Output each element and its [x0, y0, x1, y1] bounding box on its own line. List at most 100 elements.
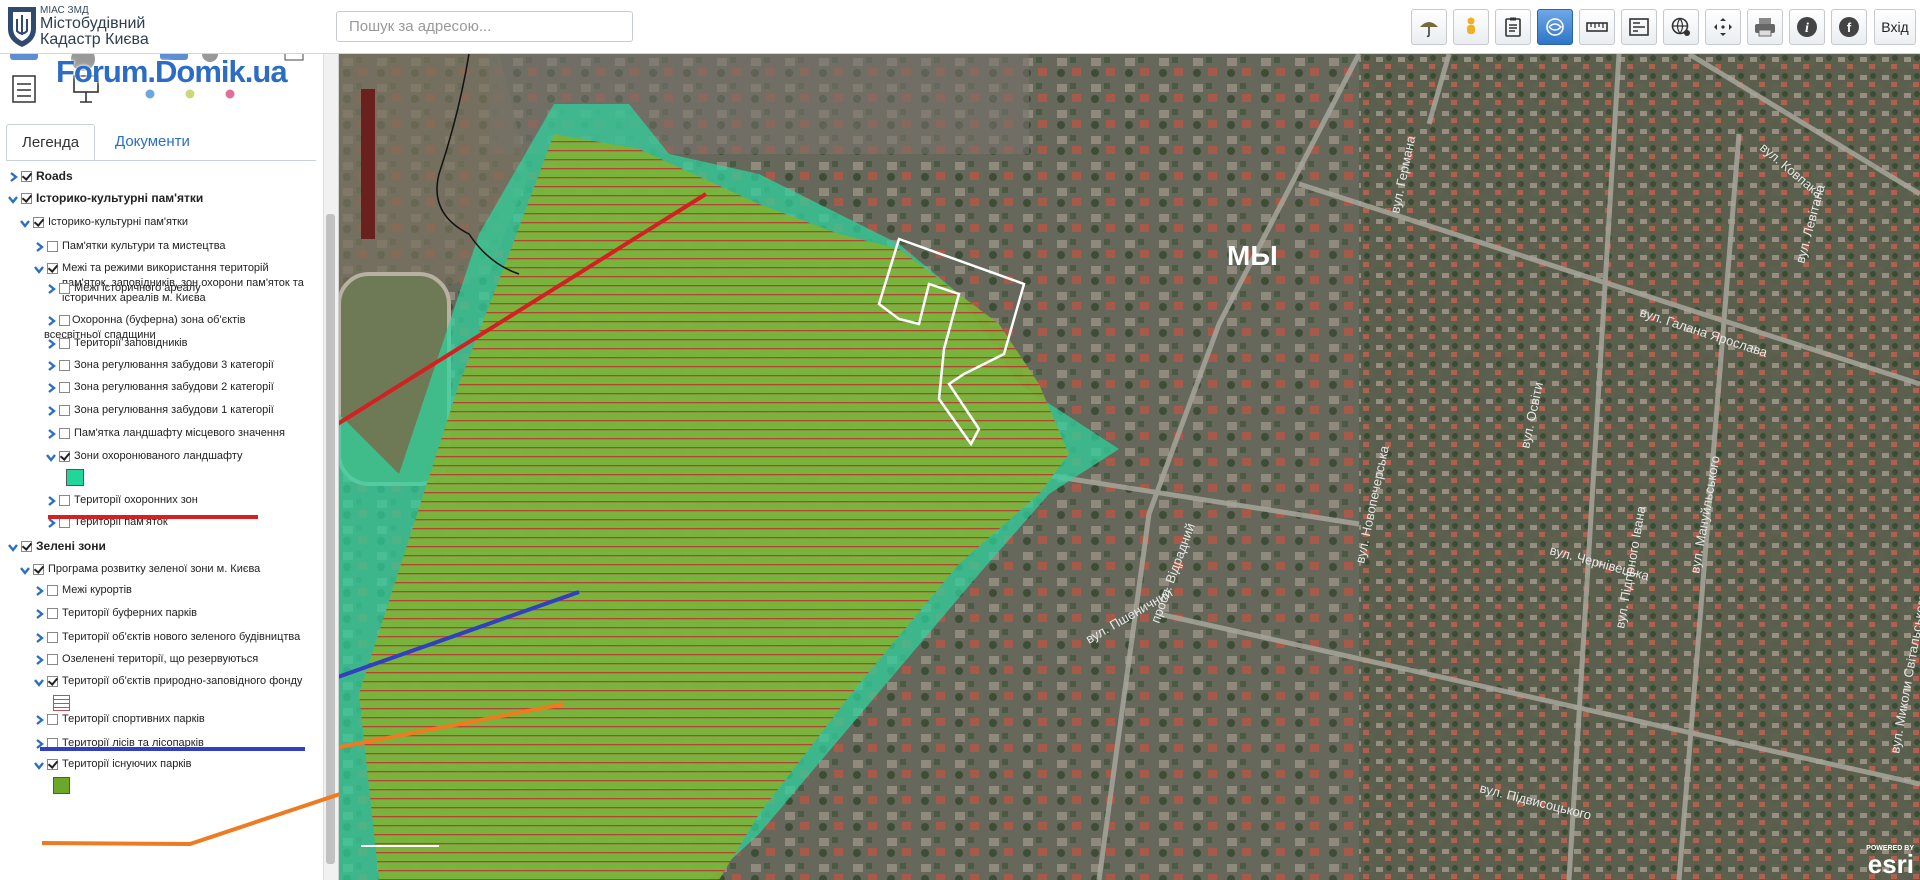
legend-item-label: Території існуючих парків — [62, 758, 192, 770]
layer-checkbox[interactable] — [33, 564, 44, 575]
legend-item-label: Пам'ятки культури та мистецтва — [62, 240, 226, 252]
basemap-button[interactable] — [1537, 9, 1573, 45]
address-search-input[interactable] — [336, 11, 633, 42]
brand-title-line2: Кадастр Києва — [40, 31, 149, 48]
sidebar-scrollbar[interactable] — [323, 54, 338, 880]
chevron-down-icon[interactable] — [34, 264, 44, 274]
info-icon: i — [1797, 17, 1817, 37]
layer-checkbox[interactable] — [47, 608, 58, 619]
chevron-right-icon[interactable] — [34, 633, 44, 643]
layer-checkbox[interactable] — [47, 714, 58, 725]
move-arrows-icon — [1714, 18, 1732, 36]
clipboard-button[interactable] — [1495, 9, 1531, 45]
legend-item-label: Території охоронних зон — [74, 494, 198, 506]
layer-checkbox[interactable] — [59, 517, 70, 528]
chevron-right-icon[interactable] — [46, 406, 56, 416]
legend-item-label: Зона регулювання забудови 2 категорії — [74, 381, 274, 393]
chevron-right-icon[interactable] — [46, 429, 56, 439]
measure-button[interactable] — [1579, 9, 1615, 45]
app-header: МІАС ЗМД Містобудівний Кадастр Києва i f… — [0, 0, 1920, 54]
layer-checkbox[interactable] — [59, 382, 70, 393]
chevron-down-icon[interactable] — [34, 677, 44, 687]
tab-legend[interactable]: Легенда — [6, 124, 96, 160]
clipboard-icon — [1505, 17, 1521, 37]
chevron-right-icon[interactable] — [34, 609, 44, 619]
legend-swatch-reserve — [53, 695, 70, 711]
layer-checkbox[interactable] — [47, 585, 58, 596]
map-view[interactable]: МЫ вул. Галана Ярослава вул. Чернівецька… — [339, 54, 1920, 880]
facebook-button[interactable]: f — [1831, 9, 1867, 45]
layer-checkbox[interactable] — [47, 263, 58, 274]
ruler-icon — [1586, 22, 1608, 32]
chevron-down-icon[interactable] — [8, 194, 18, 204]
layer-checkbox[interactable] — [47, 654, 58, 665]
umbrella-icon — [1420, 22, 1438, 38]
legend-item-label: Території об'єктів природно-заповідного … — [62, 675, 303, 687]
layer-checkbox[interactable] — [33, 217, 44, 228]
layer-checkbox[interactable] — [47, 632, 58, 643]
print-button[interactable] — [1747, 9, 1783, 45]
printer-icon — [1755, 18, 1775, 37]
esri-logo: esri — [1867, 849, 1914, 879]
layer-checkbox[interactable] — [59, 405, 70, 416]
legend-item-label: Зелені зони — [36, 539, 106, 553]
chevron-down-icon[interactable] — [46, 452, 56, 462]
legend-item-label: Межі історичного ареалу — [74, 282, 201, 294]
chevron-right-icon[interactable] — [34, 655, 44, 665]
print-layout-button[interactable] — [1621, 9, 1657, 45]
layer-checkbox[interactable] — [59, 360, 70, 371]
chevron-right-icon[interactable] — [46, 383, 56, 393]
chevron-down-icon[interactable] — [20, 565, 30, 575]
chevron-down-icon[interactable] — [20, 218, 30, 228]
chevron-right-icon[interactable] — [46, 496, 56, 506]
legend-item-label: Території буферних парків — [62, 607, 197, 619]
layer-checkbox[interactable] — [59, 428, 70, 439]
layer-checkbox[interactable] — [47, 676, 58, 687]
legend-item-label: Програма розвитку зеленої зони м. Києва — [48, 563, 261, 575]
chevron-right-icon[interactable] — [34, 242, 44, 252]
layer-checkbox[interactable] — [21, 171, 32, 182]
legend-item-label: Зони охоронюваного ландшафту — [74, 450, 243, 462]
layer-checkbox[interactable] — [59, 338, 70, 349]
person-icon — [1467, 17, 1475, 34]
pan-button[interactable] — [1705, 9, 1741, 45]
info-button[interactable]: i — [1789, 9, 1825, 45]
umbrella-button[interactable] — [1411, 9, 1447, 45]
layer-checkbox[interactable] — [47, 738, 58, 749]
layer-checkbox[interactable] — [21, 193, 32, 204]
layer-checkbox[interactable] — [59, 451, 70, 462]
svg-text:f: f — [1847, 20, 1852, 35]
annotation-my: МЫ — [1227, 240, 1278, 271]
legend-item-label: Території пам'яток — [74, 516, 168, 528]
layer-checkbox[interactable] — [59, 283, 70, 294]
chevron-right-icon[interactable] — [34, 586, 44, 596]
legend-swatch-landscape — [66, 469, 84, 486]
chevron-right-icon[interactable] — [46, 284, 56, 294]
street-view-button[interactable] — [1453, 9, 1489, 45]
legend-swatch-parks — [53, 777, 70, 794]
chevron-right-icon[interactable] — [8, 172, 18, 182]
legend-item-label: Території лісів та лісопарків — [62, 737, 204, 749]
legend-item-label: Території об'єктів нового зеленого будів… — [62, 631, 301, 643]
facebook-icon: f — [1839, 17, 1859, 37]
legend-item-label: Історико-культурні пам'ятки — [48, 216, 188, 228]
legend-item-label: Території спортивних парків — [62, 713, 205, 725]
login-button[interactable]: Вхід — [1874, 9, 1916, 45]
esri-attribution: POWERED BY esri — [1866, 845, 1914, 879]
legend-item-label: Території заповідників — [74, 337, 188, 349]
chevron-right-icon[interactable] — [34, 739, 44, 749]
chevron-right-icon[interactable] — [46, 518, 56, 528]
layer-checkbox[interactable] — [21, 541, 32, 552]
scrollbar-thumb[interactable] — [326, 214, 335, 864]
kiev-emblem-logo — [4, 3, 44, 49]
chevron-down-icon[interactable] — [8, 542, 18, 552]
layer-checkbox[interactable] — [59, 495, 70, 506]
tab-documents[interactable]: Документи — [100, 124, 205, 160]
chevron-right-icon[interactable] — [46, 361, 56, 371]
chevron-down-icon[interactable] — [34, 760, 44, 770]
world-settings-button[interactable] — [1663, 9, 1699, 45]
layer-checkbox[interactable] — [47, 759, 58, 770]
chevron-right-icon[interactable] — [34, 715, 44, 725]
layer-checkbox[interactable] — [47, 241, 58, 252]
chevron-right-icon[interactable] — [46, 339, 56, 349]
